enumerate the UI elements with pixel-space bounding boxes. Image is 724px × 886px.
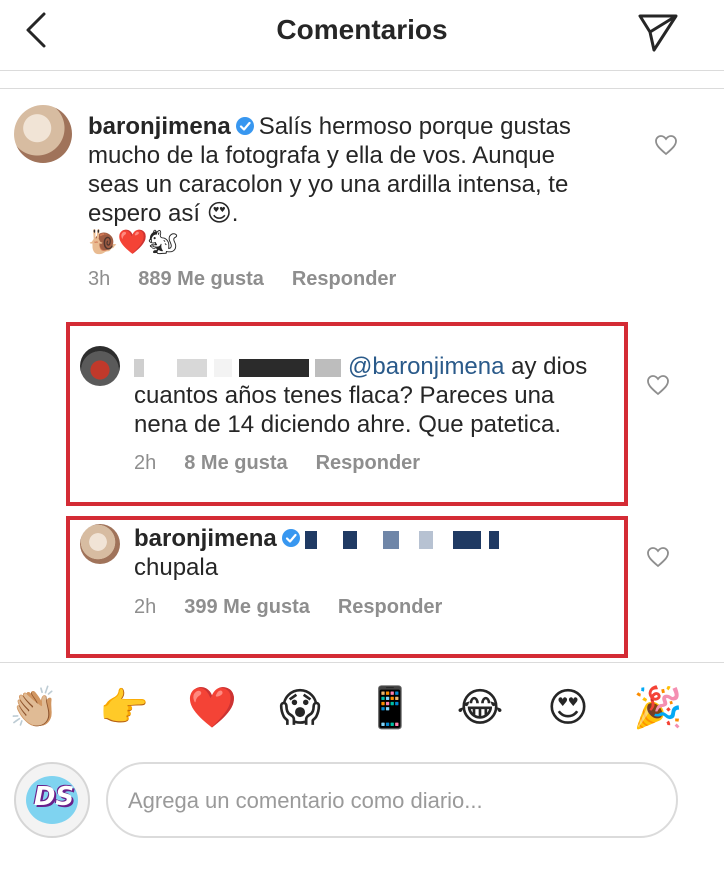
heart-eyes-emoji-icon[interactable]: 😍 — [538, 680, 598, 736]
composer-divider — [0, 662, 724, 663]
avatar[interactable] — [80, 346, 120, 386]
reply-button[interactable]: Responder — [338, 596, 442, 618]
comment-body: baronjimena Salís hermoso porque gustas m… — [88, 112, 648, 257]
paper-plane-icon[interactable] — [636, 10, 680, 54]
reply-text-line: ay dios — [511, 353, 588, 380]
reply-text-line: cuantos años tenes flaca? Pareces una — [134, 382, 555, 409]
comment-text-line: Salís hermoso porque gustas — [258, 113, 571, 140]
pointing-right-emoji-icon[interactable]: 👉 — [94, 680, 154, 736]
comment-meta: 3h 889 Me gusta Responder — [88, 268, 424, 291]
mobile-phone-emoji-icon[interactable]: 📱 — [360, 680, 420, 736]
tears-of-joy-emoji-icon[interactable]: 😂 — [450, 680, 510, 736]
comment-time: 3h — [88, 268, 111, 290]
comment-input[interactable] — [128, 782, 658, 820]
avatar[interactable]: DS — [14, 762, 90, 838]
red-heart-emoji-icon[interactable]: ❤️ — [182, 680, 242, 736]
comment-text-line: espero así 😍. — [88, 200, 239, 227]
caption-divider — [0, 88, 724, 89]
like-count[interactable]: 889 Me gusta — [138, 268, 264, 290]
heart-icon[interactable] — [654, 134, 678, 156]
emoji-quick-bar: 👏🏼 👉 ❤️ 😱 📱 😂 😍 🎉 — [0, 680, 724, 740]
verified-badge-icon — [235, 117, 254, 135]
avatar[interactable] — [80, 524, 120, 564]
reply-body: @baronjimena ay dios cuantos años tenes … — [134, 352, 614, 439]
header-bar: Comentarios — [0, 0, 724, 70]
reply-time: 2h — [134, 452, 157, 474]
like-count[interactable]: 399 Me gusta — [184, 596, 310, 618]
verified-badge-icon — [281, 529, 300, 547]
reply-text-line: chupala — [134, 554, 219, 581]
comment-text-line: seas un caracolon y yo una ardilla inten… — [88, 171, 569, 198]
comment-emoji-line: 🐌❤️🐿 — [88, 229, 179, 256]
redacted-username — [134, 353, 348, 380]
reply-username[interactable]: baronjimena — [134, 525, 277, 552]
comment-input-container[interactable] — [106, 762, 678, 838]
reply-meta: 2h 399 Me gusta Responder — [134, 596, 470, 619]
reply-button[interactable]: Responder — [292, 268, 396, 290]
comment-username[interactable]: baronjimena — [88, 113, 231, 140]
ds-logo: DS — [33, 782, 75, 812]
comment-text-line: mucho de la fotografa y ella de vos. Aun… — [88, 142, 555, 169]
reply-text-line: nena de 14 diciendo ahre. Que patetica. — [134, 411, 561, 438]
clapping-hands-emoji-icon[interactable]: 👏🏼 — [4, 680, 64, 736]
heart-icon[interactable] — [646, 374, 670, 396]
redacted-mention — [304, 525, 499, 552]
heart-icon[interactable] — [646, 546, 670, 568]
avatar[interactable] — [14, 105, 72, 163]
party-popper-emoji-icon[interactable]: 🎉 — [628, 680, 688, 736]
page-title: Comentarios — [276, 14, 448, 45]
reply-body: baronjimena chupala — [134, 524, 614, 582]
like-count[interactable]: 8 Me gusta — [184, 452, 287, 474]
reply-time: 2h — [134, 596, 157, 618]
reply-button[interactable]: Responder — [316, 452, 420, 474]
header-divider — [0, 70, 724, 71]
screaming-face-emoji-icon[interactable]: 😱 — [270, 680, 330, 736]
reply-meta: 2h 8 Me gusta Responder — [134, 452, 448, 475]
mention-link[interactable]: @baronjimena — [348, 353, 504, 380]
